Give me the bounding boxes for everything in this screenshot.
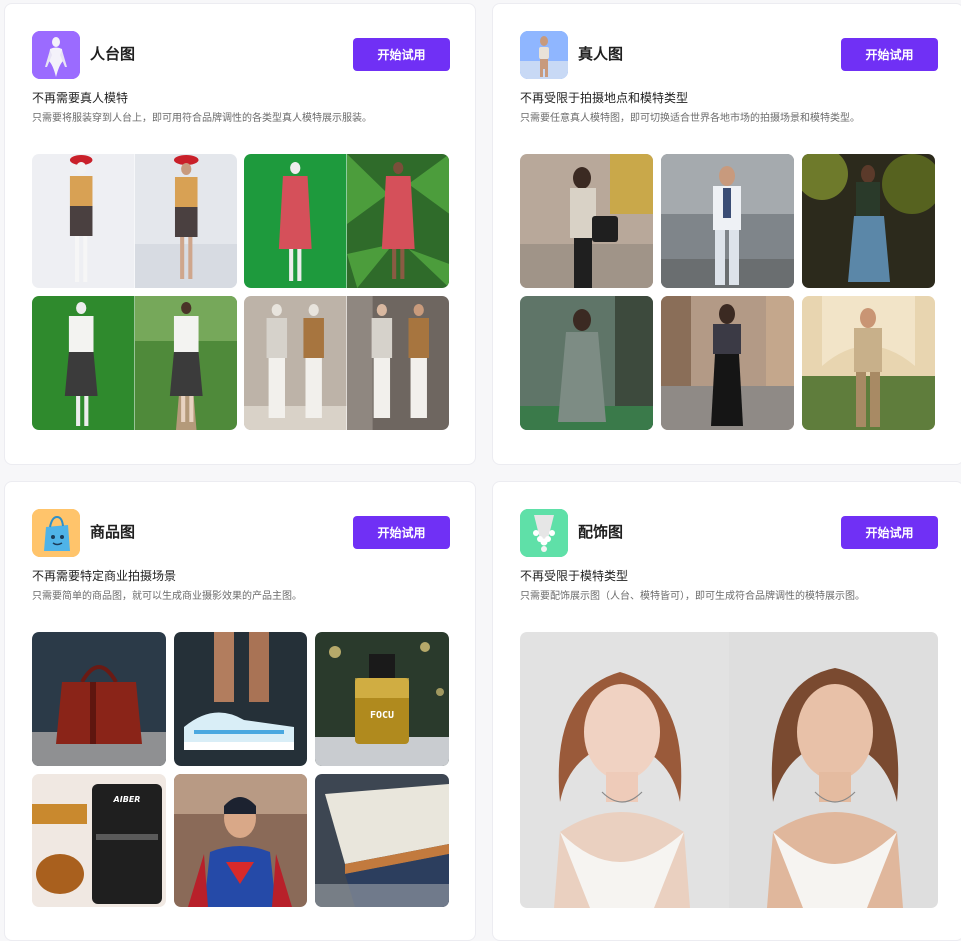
start-trial-button[interactable]: 开始试用 xyxy=(841,516,938,549)
model-icon xyxy=(520,31,568,79)
example-photo-sneakers[interactable] xyxy=(174,632,307,766)
example-photo-perfume-bottle[interactable]: FOCU xyxy=(315,632,449,766)
fryer-label: AIBER xyxy=(113,795,141,804)
example-photo-mannequin-plaid[interactable] xyxy=(32,154,237,288)
mannequin-card: 人台图 开始试用 不再需要真人模特 只需要将服装穿到人台上，即可用符合品牌调性的… xyxy=(4,3,476,465)
card-description: 只需要将服装穿到人台上，即可用符合品牌调性的各类型真人模特展示服装。 xyxy=(32,113,372,124)
example-photo-man-white-suit[interactable] xyxy=(661,154,794,288)
example-photo-woman-denim-skirt[interactable] xyxy=(802,154,935,288)
example-photo-mannequin-white-blouse[interactable] xyxy=(32,296,237,430)
card-description: 只需要配饰展示图（人台、模特皆可），即可生成符合品牌调性的模特展示图。 xyxy=(520,591,865,602)
example-photo-superhero-figure[interactable] xyxy=(174,774,307,907)
perfume-label: FOCU xyxy=(370,710,394,721)
card-heading: 不再需要特定商业拍摄场景 xyxy=(32,569,177,583)
example-photo-leather-handbag[interactable] xyxy=(32,632,166,766)
example-photo-man-garden[interactable] xyxy=(802,296,935,430)
card-description: 只需要任意真人模特图，即可切换适合世界各地市场的拍摄场景和模特类型。 xyxy=(520,113,860,124)
card-heading: 不再需要真人模特 xyxy=(32,91,129,105)
necklace-icon xyxy=(520,509,568,557)
card-title: 人台图 xyxy=(90,45,136,63)
card-description: 只需要简单的商品图，就可以生成商业摄影效果的产品主图。 xyxy=(32,591,302,602)
example-photo-air-fryer[interactable]: AIBER xyxy=(32,774,166,907)
example-photo-street-woman-bag[interactable] xyxy=(520,154,653,288)
example-photo-necklace-models[interactable] xyxy=(520,632,938,908)
start-trial-button[interactable]: 开始试用 xyxy=(353,516,450,549)
start-trial-button[interactable]: 开始试用 xyxy=(353,38,450,71)
card-heading: 不再受限于模特类型 xyxy=(520,569,629,583)
example-photo-mattress[interactable] xyxy=(315,774,449,907)
mannequin-icon xyxy=(32,31,80,79)
product-card: 商品图 开始试用 不再需要特定商业拍摄场景 只需要简单的商品图，就可以生成商业摄… xyxy=(4,481,476,941)
start-trial-button[interactable]: 开始试用 xyxy=(841,38,938,71)
shopping-bag-icon xyxy=(32,509,80,557)
card-heading: 不再受限于拍摄地点和模特类型 xyxy=(520,91,689,105)
example-photo-woman-black-dress[interactable] xyxy=(661,296,794,430)
real-model-card: 真人图 开始试用 不再受限于拍摄地点和模特类型 只需要任意真人模特图，即可切换适… xyxy=(492,3,961,465)
card-title: 配饰图 xyxy=(578,523,624,541)
card-title: 真人图 xyxy=(578,45,624,63)
example-photo-woman-floral-dress[interactable] xyxy=(520,296,653,430)
example-photo-mannequin-blazers[interactable] xyxy=(244,296,449,430)
card-title: 商品图 xyxy=(90,523,136,541)
example-photo-mannequin-red-dress[interactable] xyxy=(244,154,449,288)
accessory-card: 配饰图 开始试用 不再受限于模特类型 只需要配饰展示图（人台、模特皆可），即可生… xyxy=(492,481,961,941)
